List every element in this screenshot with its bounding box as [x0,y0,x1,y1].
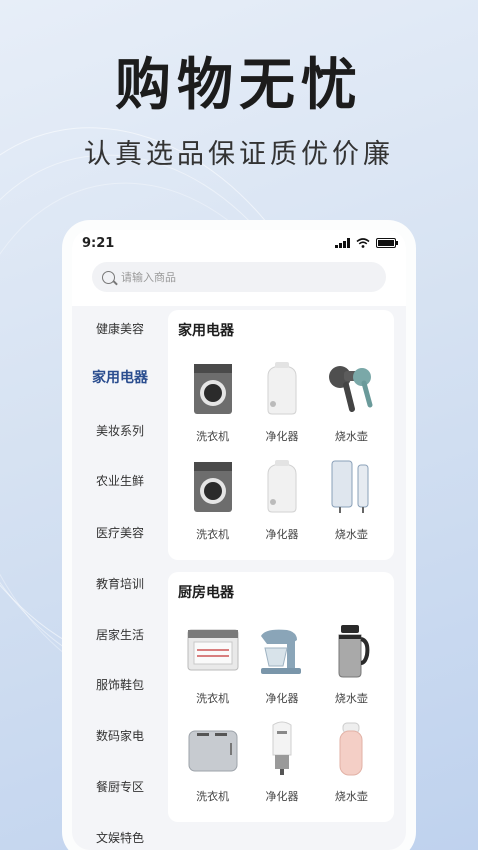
product-label: 净化器 [265,692,299,705]
sidebar-item-kitchen[interactable]: 餐厨专区 [72,778,168,795]
stand-mixer-icon [254,620,310,682]
section-title: 家用电器 [178,323,234,339]
product-label: 烧水壶 [334,430,368,443]
sidebar-item-home-living[interactable]: 居家生活 [72,626,168,643]
section-title: 厨房电器 [178,585,234,601]
promo-subline: 认真选品保证质优价廉 [84,139,394,170]
search-bar-container: 请输入商品 [72,256,406,306]
mini-humidifier-icon [323,718,379,780]
product-label: 净化器 [265,790,299,803]
product-content: 家用电器 洗衣机 净化器 烧水壶 洗衣机 净化器 烧水壶 厨房电器 洗衣机 净化… [168,306,394,850]
sidebar-item-fresh-produce[interactable]: 农业生鲜 [72,472,168,489]
product-item[interactable]: 洗衣机 [178,620,247,706]
sidebar-item-home-appliances[interactable]: 家用电器 [72,367,168,387]
status-time: 9:21 [82,235,115,251]
humidifier-icon [254,456,310,518]
sidebar-item-entertainment[interactable]: 文娱特色 [72,829,168,846]
product-item[interactable]: 净化器 [247,358,316,444]
product-item[interactable]: 烧水壶 [317,358,386,444]
promo-headline: 购物无忧 [115,53,363,118]
product-label: 洗衣机 [196,790,230,803]
product-label: 净化器 [265,528,299,541]
product-grid: 洗衣机 净化器 烧水壶 洗衣机 净化器 烧水壶 [178,358,386,542]
product-label: 烧水壶 [334,790,368,803]
signal-icon [335,238,350,248]
humidifier-icon [254,358,310,420]
product-label: 烧水壶 [334,692,368,705]
product-label: 洗衣机 [196,430,230,443]
sidebar-item-digital[interactable]: 数码家电 [72,727,168,744]
category-body: 健康美容 家用电器 美妆系列 农业生鲜 医疗美容 教育培训 居家生活 服饰鞋包 … [72,306,406,850]
product-item[interactable]: 洗衣机 [178,718,247,804]
battery-icon [376,238,398,248]
section-card: 家用电器 洗衣机 净化器 烧水壶 洗衣机 净化器 烧水壶 [168,310,394,560]
product-item[interactable]: 净化器 [247,620,316,706]
thermos-kettle-icon [323,620,379,682]
product-item[interactable]: 烧水壶 [317,456,386,542]
product-label: 烧水壶 [334,528,368,541]
category-sidebar: 健康美容 家用电器 美妆系列 农业生鲜 医疗美容 教育培训 居家生活 服饰鞋包 … [72,306,168,850]
toaster-icon [185,718,241,780]
product-item[interactable]: 烧水壶 [317,718,386,804]
sidebar-item-apparel[interactable]: 服饰鞋包 [72,676,168,693]
product-item[interactable]: 洗衣机 [178,358,247,444]
product-grid: 洗衣机 净化器 烧水壶 洗衣机 净化器 烧水壶 [178,620,386,804]
product-label: 净化器 [265,430,299,443]
status-bar: 9:21 [72,230,406,256]
search-icon [102,270,115,284]
washing-machine-icon [185,358,241,420]
product-label: 洗衣机 [196,528,230,541]
section-card: 厨房电器 洗衣机 净化器 烧水壶 洗衣机 净化器 烧水壶 [168,572,394,822]
sidebar-item-medical-beauty[interactable]: 医疗美容 [72,524,168,541]
product-item[interactable]: 烧水壶 [317,620,386,706]
hair-dryer-icon [323,358,379,420]
product-item[interactable]: 洗衣机 [178,456,247,542]
oven-icon [185,620,241,682]
product-item[interactable]: 净化器 [247,456,316,542]
water-heater-icon [323,456,379,518]
car-charger-icon [254,718,310,780]
product-item[interactable]: 净化器 [247,718,316,804]
sidebar-item-education[interactable]: 教育培训 [72,575,168,592]
wifi-icon [356,238,370,248]
search-input[interactable]: 请输入商品 [92,262,386,292]
sidebar-item-health-beauty[interactable]: 健康美容 [72,320,168,337]
search-placeholder: 请输入商品 [121,271,176,284]
sidebar-item-makeup[interactable]: 美妆系列 [72,422,168,439]
washing-machine-icon [185,456,241,518]
product-label: 洗衣机 [196,692,230,705]
phone-mockup: 9:21 请输入商品 健康美容 家用电器 美妆系列 农业生鲜 医疗美容 教育培训 [62,220,416,850]
status-icons [335,238,398,248]
